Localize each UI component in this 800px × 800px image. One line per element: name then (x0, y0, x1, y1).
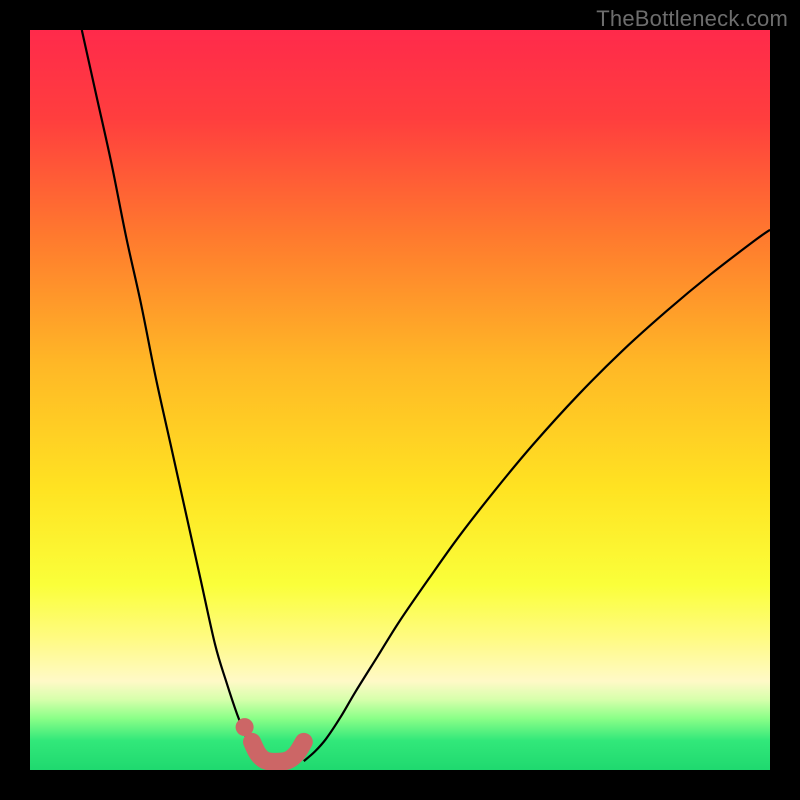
highlight-dot (236, 718, 254, 736)
plot-area (30, 30, 770, 770)
outer-frame: TheBottleneck.com (0, 0, 800, 800)
highlight-path (252, 742, 304, 762)
curve-right-branch (304, 230, 770, 761)
watermark-text: TheBottleneck.com (596, 6, 788, 32)
chart-canvas (30, 30, 770, 770)
curve-left-branch (82, 30, 260, 761)
